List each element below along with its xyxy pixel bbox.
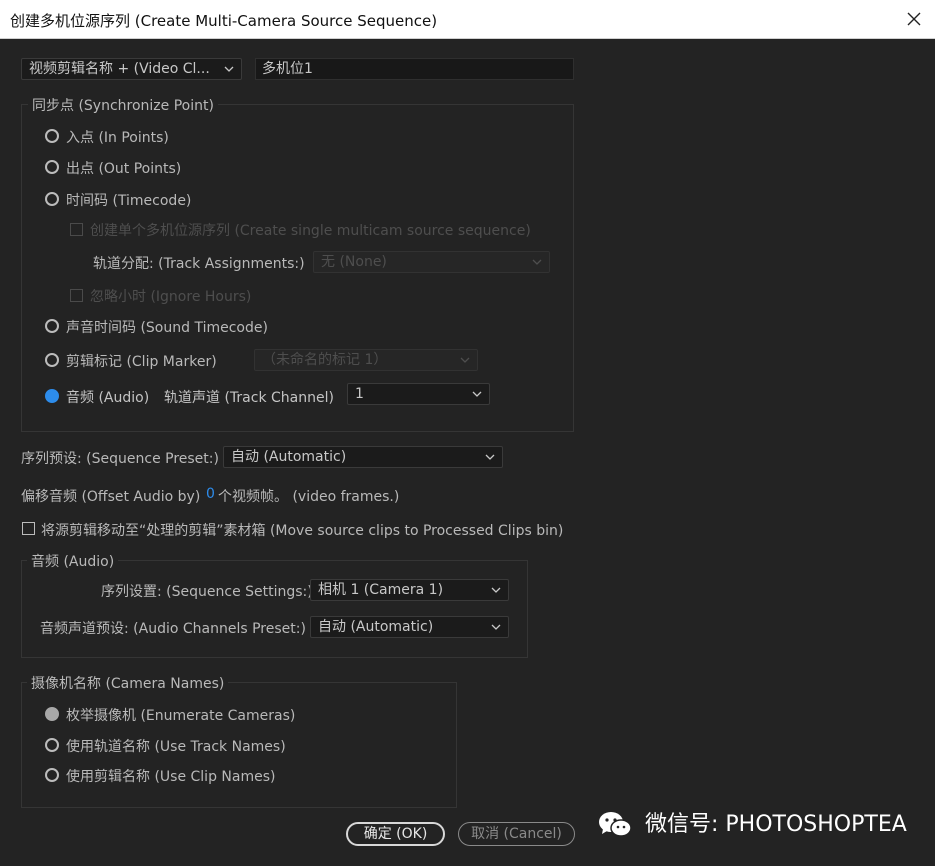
sound-timecode-radio[interactable]	[45, 319, 59, 333]
enumerate-cameras-radio[interactable]	[45, 707, 59, 721]
chevron-down-icon	[224, 66, 234, 72]
audio-radio[interactable]	[45, 389, 59, 403]
use-track-names-radio[interactable]	[45, 738, 59, 752]
offset-audio-label: 偏移音频 (Offset Audio by)	[21, 489, 201, 505]
chevron-down-icon	[460, 357, 470, 363]
watermark: 微信号: PHOTOSHOPTEA	[598, 810, 907, 840]
offset-audio-value[interactable]: 0	[206, 486, 215, 502]
chevron-down-icon	[532, 259, 542, 265]
track-channel-value: 1	[355, 386, 364, 402]
sequence-preset-value: 自动 (Automatic)	[231, 449, 347, 465]
track-assignments-dropdown[interactable]: 无 (None)	[313, 251, 550, 273]
wechat-icon	[599, 812, 632, 837]
audio-group-label: 音频 (Audio)	[27, 551, 119, 571]
use-clip-names-label: 使用剪辑名称 (Use Clip Names)	[66, 769, 276, 785]
create-single-checkbox[interactable]	[70, 223, 83, 236]
sequence-name-field[interactable]: 多机位1	[255, 58, 574, 80]
offset-audio-unit: 个视频帧。 (video frames.)	[218, 489, 400, 505]
window-title: 创建多机位源序列 (Create Multi-Camera Source Seq…	[10, 12, 438, 30]
enumerate-cameras-label: 枚举摄像机 (Enumerate Cameras)	[66, 708, 296, 724]
clip-marker-dropdown[interactable]: （未命名的标记 1）	[254, 349, 478, 371]
use-track-names-label: 使用轨道名称 (Use Track Names)	[66, 739, 286, 755]
audio-channels-preset-value: 自动 (Automatic)	[318, 619, 434, 635]
ok-button[interactable]: 确定 (OK)	[346, 822, 445, 846]
chevron-down-icon	[491, 624, 501, 630]
camera-names-group-label: 摄像机名称 (Camera Names)	[27, 673, 229, 693]
sequence-settings-value: 相机 1 (Camera 1)	[318, 582, 444, 598]
chevron-down-icon	[491, 587, 501, 593]
chevron-down-icon	[485, 454, 495, 460]
sound-timecode-label: 声音时间码 (Sound Timecode)	[66, 320, 268, 336]
use-clip-names-radio[interactable]	[45, 768, 59, 782]
audio-channels-preset-dropdown[interactable]: 自动 (Automatic)	[310, 616, 509, 638]
clip-marker-label: 剪辑标记 (Clip Marker)	[66, 354, 217, 370]
create-single-label: 创建单个多机位源序列 (Create single multicam sourc…	[90, 223, 531, 239]
name-source-value: 视频剪辑名称 + (Video Cl...	[29, 61, 210, 77]
track-assignments-label: 轨道分配: (Track Assignments:)	[93, 256, 305, 272]
watermark-text: 微信号: PHOTOSHOPTEA	[645, 812, 907, 837]
chevron-down-icon	[472, 391, 482, 397]
name-source-dropdown[interactable]: 视频剪辑名称 + (Video Cl...	[21, 58, 242, 80]
sequence-preset-dropdown[interactable]: 自动 (Automatic)	[223, 446, 503, 468]
ignore-hours-label: 忽略小时 (Ignore Hours)	[90, 289, 252, 305]
ignore-hours-checkbox[interactable]	[70, 289, 83, 302]
timecode-radio[interactable]	[45, 192, 59, 206]
track-assignments-value: 无 (None)	[321, 254, 387, 270]
audio-label: 音频 (Audio)	[66, 390, 150, 406]
title-bar: 创建多机位源序列 (Create Multi-Camera Source Seq…	[0, 0, 935, 39]
sequence-preset-label: 序列预设: (Sequence Preset:)	[21, 451, 219, 467]
in-points-label: 入点 (In Points)	[66, 130, 169, 146]
sequence-settings-dropdown[interactable]: 相机 1 (Camera 1)	[310, 579, 509, 601]
sequence-settings-label: 序列设置: (Sequence Settings:)	[101, 584, 313, 600]
cancel-button[interactable]: 取消 (Cancel)	[458, 822, 575, 846]
move-source-label: 将源剪辑移动至“处理的剪辑”素材箱 (Move source clips to …	[41, 523, 564, 539]
track-channel-label: 轨道声道 (Track Channel)	[164, 390, 334, 406]
in-points-radio[interactable]	[45, 129, 59, 143]
timecode-label: 时间码 (Timecode)	[66, 193, 192, 209]
audio-group	[21, 560, 528, 658]
out-points-radio[interactable]	[45, 160, 59, 174]
out-points-label: 出点 (Out Points)	[66, 161, 182, 177]
audio-channels-preset-label: 音频声道预设: (Audio Channels Preset:)	[40, 621, 306, 637]
clip-marker-radio[interactable]	[45, 353, 59, 367]
close-button[interactable]	[899, 4, 929, 34]
clip-marker-value: （未命名的标记 1）	[262, 352, 388, 368]
move-source-checkbox[interactable]	[22, 522, 35, 535]
track-channel-dropdown[interactable]: 1	[347, 383, 490, 405]
sequence-name-value: 多机位1	[262, 61, 313, 77]
close-icon	[907, 12, 921, 26]
sync-point-group-label: 同步点 (Synchronize Point)	[28, 95, 218, 115]
